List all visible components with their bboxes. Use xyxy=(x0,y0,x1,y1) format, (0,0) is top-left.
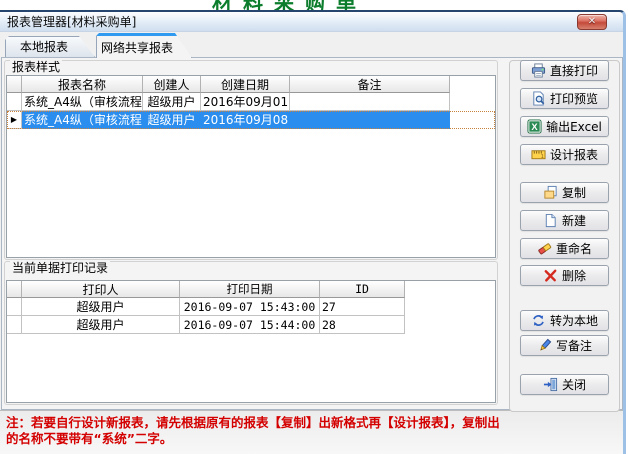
tab-page: 报表样式 报表名称 创建人 创建日期 备注 系统_A4纵（审核流程· 超 xyxy=(1,57,623,410)
close-icon[interactable]: ✕ xyxy=(577,14,607,30)
convert-to-local-label: 转为本地 xyxy=(550,312,598,329)
direct-print-label: 直接打印 xyxy=(550,62,598,79)
row-indicator-cell xyxy=(7,93,22,111)
table-row-selected[interactable]: ▶ 系统_A4纵（审核流程· 超级用户 2016年09月08日 xyxy=(7,111,495,129)
print-preview-icon xyxy=(531,91,546,106)
column-header-note[interactable]: 备注 xyxy=(290,76,450,93)
title-bar[interactable]: 报表管理器[材料采购单] ✕ xyxy=(0,12,623,32)
new-button[interactable]: 新建 xyxy=(520,210,609,231)
sync-arrows-icon xyxy=(531,313,546,328)
table-row[interactable]: 系统_A4纵（审核流程· 超级用户 2016年09月01日 xyxy=(7,93,495,111)
delete-label: 删除 xyxy=(562,267,586,284)
table-row[interactable]: 超级用户 2016-09-07 15:43:00 27 xyxy=(7,298,495,316)
export-excel-button[interactable]: X 输出Excel xyxy=(520,116,609,137)
print-preview-label: 打印预览 xyxy=(550,90,598,107)
row-indicator-header xyxy=(7,76,22,93)
creator-cell: 超级用户 xyxy=(143,111,201,129)
delete-button[interactable]: 删除 xyxy=(520,265,609,286)
excel-icon: X xyxy=(527,119,542,134)
svg-text:1: 1 xyxy=(541,154,544,160)
id-cell: 27 xyxy=(320,298,405,316)
note-line-1: 注：若要自行设计新报表，请先根据原有的报表【复制】出新格式再【设计报表】，复制出 xyxy=(6,415,617,431)
print-records-header-row: 打印人 打印日期 ID xyxy=(7,281,495,298)
ruler-icon: 1 xyxy=(531,147,546,162)
column-header-create-date[interactable]: 创建日期 xyxy=(201,76,290,93)
note-cell xyxy=(290,111,450,129)
table-row[interactable]: 超级用户 2016-09-07 15:44:00 28 xyxy=(7,316,495,334)
export-excel-label: 输出Excel xyxy=(546,118,602,135)
create-date-cell: 2016年09月01日 xyxy=(201,93,290,111)
eraser-icon xyxy=(537,241,552,256)
row-indicator-cell: ▶ xyxy=(7,111,22,129)
report-styles-grid[interactable]: 报表名称 创建人 创建日期 备注 系统_A4纵（审核流程· 超级用户 2016年… xyxy=(6,75,496,258)
print-date-cell: 2016-09-07 15:43:00 xyxy=(180,298,320,316)
report-styles-header-row: 报表名称 创建人 创建日期 备注 xyxy=(7,76,495,93)
report-name-cell: 系统_A4纵（审核流程· xyxy=(22,93,143,111)
write-note-label: 写备注 xyxy=(556,337,592,354)
background-window-title: 材料采购单 xyxy=(212,0,367,10)
tab-network-shared-reports[interactable]: 网络共享报表 xyxy=(96,33,192,58)
id-cell: 28 xyxy=(320,316,405,334)
report-name-cell: 系统_A4纵（审核流程· xyxy=(22,111,143,129)
new-label: 新建 xyxy=(562,212,586,229)
column-header-id[interactable]: ID xyxy=(320,281,405,298)
direct-print-button[interactable]: 直接打印 xyxy=(520,60,609,81)
close-label: 关闭 xyxy=(562,376,586,393)
write-note-button[interactable]: 写备注 xyxy=(520,335,609,356)
row-indicator-cell xyxy=(7,316,22,334)
dialog-body: 本地报表 网络共享报表 报表样式 报表名称 创建人 创建日期 备注 xyxy=(0,33,623,454)
svg-text:X: X xyxy=(531,122,538,132)
red-x-icon xyxy=(543,268,558,283)
pencil-icon xyxy=(537,338,552,353)
create-date-cell: 2016年09月08日 xyxy=(201,111,290,129)
copy-pages-icon xyxy=(543,185,558,200)
close-button[interactable]: 关闭 xyxy=(520,374,609,395)
note-cell xyxy=(290,93,450,111)
report-manager-dialog: 报表管理器[材料采购单] ✕ 本地报表 网络共享报表 报表样式 报表名称 创建人… xyxy=(0,10,626,454)
column-header-creator[interactable]: 创建人 xyxy=(143,76,201,93)
dialog-title: 报表管理器[材料采购单] xyxy=(7,13,136,30)
print-date-cell: 2016-09-07 15:44:00 xyxy=(180,316,320,334)
exit-door-icon xyxy=(543,377,558,392)
column-header-print-date[interactable]: 打印日期 xyxy=(180,281,320,298)
design-report-button[interactable]: 1 设计报表 xyxy=(520,144,609,165)
rename-label: 重命名 xyxy=(556,240,592,257)
current-row-arrow-icon: ▶ xyxy=(11,115,17,124)
new-document-icon xyxy=(543,213,558,228)
report-styles-group-title: 报表样式 xyxy=(10,60,62,74)
button-panel xyxy=(509,60,620,412)
note-area: 注：若要自行设计新报表，请先根据原有的报表【复制】出新格式再【设计报表】，复制出… xyxy=(0,410,623,454)
copy-label: 复制 xyxy=(562,184,586,201)
printer-cell: 超级用户 xyxy=(22,316,180,334)
print-records-grid[interactable]: 打印人 打印日期 ID 超级用户 2016-09-07 15:43:00 27 xyxy=(6,280,496,403)
printer-cell: 超级用户 xyxy=(22,298,180,316)
printer-icon xyxy=(531,63,546,78)
print-preview-button[interactable]: 打印预览 xyxy=(520,88,609,109)
column-header-report-name[interactable]: 报表名称 xyxy=(22,76,143,93)
screen: 材料采购单 报表管理器[材料采购单] ✕ 本地报表 网络共享报表 报表样式 报表… xyxy=(0,0,628,454)
print-records-group: 当前单据打印记录 打印人 打印日期 ID 超级用户 2016-09-07 15:… xyxy=(4,261,498,405)
tab-local-reports[interactable]: 本地报表 xyxy=(5,36,95,57)
note-line-2: 的名称不要带有“系统”二字。 xyxy=(6,431,617,447)
creator-cell: 超级用户 xyxy=(143,93,201,111)
convert-to-local-button[interactable]: 转为本地 xyxy=(520,310,609,331)
background-window-strip: 材料采购单 xyxy=(0,0,628,10)
column-header-printer[interactable]: 打印人 xyxy=(22,281,180,298)
report-styles-group: 报表样式 报表名称 创建人 创建日期 备注 系统_A4纵（审核流程· 超 xyxy=(4,60,498,260)
row-indicator-cell xyxy=(7,298,22,316)
design-report-label: 设计报表 xyxy=(550,146,598,163)
print-records-group-title: 当前单据打印记录 xyxy=(10,261,110,275)
rename-button[interactable]: 重命名 xyxy=(520,238,609,259)
row-indicator-header xyxy=(7,281,22,298)
copy-button[interactable]: 复制 xyxy=(520,182,609,203)
